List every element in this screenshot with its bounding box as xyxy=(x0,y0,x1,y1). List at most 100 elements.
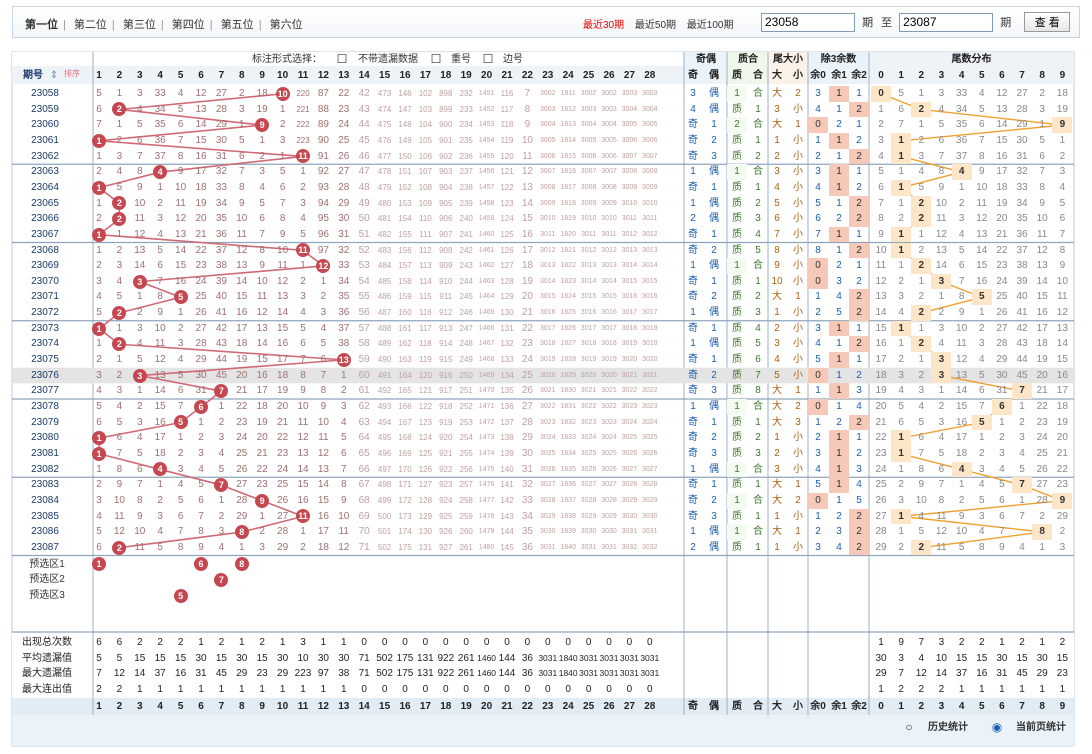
miss-cell: 1 xyxy=(341,369,347,381)
miss-cell: 3022 xyxy=(540,403,556,410)
miss-cell: 3005 xyxy=(601,136,617,144)
miss-cell: 3019 xyxy=(642,340,658,348)
miss-cell: 159 xyxy=(398,292,412,302)
miss-cell: 2 xyxy=(177,322,184,334)
ds-small-cell: 1 xyxy=(795,291,801,303)
preselect-ball[interactable]: 5 xyxy=(173,588,188,603)
repeat-checkbox[interactable]: ☐ xyxy=(430,52,442,66)
stat-cell: 23 xyxy=(256,668,268,679)
tail-miss-cell: 20 xyxy=(996,213,1008,225)
tail-miss-cell: 24 xyxy=(875,463,887,475)
miss-cell: 502 xyxy=(377,542,392,552)
tail-miss-cell: 8 xyxy=(938,494,945,506)
miss-cell: 901 xyxy=(439,135,453,145)
miss-cell: 6 xyxy=(341,447,347,459)
miss-cell: 910 xyxy=(439,276,453,286)
miss-cell: 23 xyxy=(277,447,289,459)
miss-cell: 9 xyxy=(116,479,123,491)
tail-miss-cell: 14 xyxy=(935,260,947,272)
stat-cell: 0 xyxy=(545,637,551,648)
mod3-cell: 0 xyxy=(808,117,828,133)
tail-miss-cell: 2 xyxy=(978,447,985,459)
history-stats-radio[interactable]: ○ xyxy=(902,720,916,735)
current-stats-radio[interactable]: ◉ xyxy=(990,720,1004,735)
no-miss-checkbox[interactable]: ☐ xyxy=(336,52,348,66)
miss-cell: 5 xyxy=(137,354,143,366)
oe-odd-cell: 奇 xyxy=(688,416,698,428)
tail-hit-cell: 1 xyxy=(891,242,912,259)
tail-miss-cell: 3 xyxy=(1059,541,1066,553)
miss-cell: 3006 xyxy=(580,152,597,160)
sort-icon[interactable]: ⇕ xyxy=(48,68,60,83)
tail-miss-cell: 20 xyxy=(1036,369,1048,381)
tail-header-5: 5 xyxy=(978,70,985,81)
miss-cell: 11 xyxy=(154,338,166,350)
group-md-header: 除3余数 xyxy=(820,54,857,65)
mod3-cell: 1 xyxy=(829,445,849,462)
stat-cell: 5 xyxy=(96,652,102,664)
miss-cell: 927 xyxy=(439,542,453,552)
miss-cell: 44 xyxy=(215,354,227,366)
issue-cell: 23069 xyxy=(31,260,59,272)
col-header-22: 22 xyxy=(521,70,533,81)
miss-cell: 1460 xyxy=(478,230,495,238)
col-header-14: 14 xyxy=(358,70,370,81)
issue-cell: 23059 xyxy=(31,103,59,115)
oe-even-cell: 2 xyxy=(711,494,717,506)
miss-cell: 14 xyxy=(154,385,166,397)
tail-miss-cell: 19 xyxy=(1056,416,1068,428)
miss-cell: 1471 xyxy=(478,403,495,410)
miss-cell: 3025 xyxy=(621,434,638,442)
zh-comp-cell: 合 xyxy=(753,88,763,99)
miss-cell: 27 xyxy=(195,322,207,334)
tail-miss-cell: 16 xyxy=(1056,369,1068,381)
miss-cell: 5 xyxy=(239,134,245,146)
miss-cell: 5 xyxy=(96,526,102,538)
miss-cell: 1818 xyxy=(560,199,576,207)
miss-cell: 16 xyxy=(317,510,329,522)
mod3-cell: 0 xyxy=(808,367,828,384)
miss-cell: 125 xyxy=(500,229,514,239)
sort-link[interactable]: 排序 xyxy=(60,66,84,78)
miss-cell: 9 xyxy=(259,260,265,272)
tail-miss-cell: 8 xyxy=(938,166,945,178)
bottom-col-27: 27 xyxy=(623,701,635,712)
issue-cell: 23075 xyxy=(31,354,59,366)
mod3-cell: 1 xyxy=(815,416,821,428)
miss-cell: 12 xyxy=(521,166,533,178)
stat-cell: 15 xyxy=(154,652,166,664)
miss-cell: 32 xyxy=(521,479,533,491)
tail-miss-cell: 32 xyxy=(1016,166,1028,178)
oe-even-cell: 2 xyxy=(711,134,717,146)
oe-even-cell: 1 xyxy=(711,416,717,428)
miss-cell: 1462 xyxy=(478,262,495,270)
tail-miss-cell: 1 xyxy=(1019,401,1025,412)
edge-checkbox[interactable]: ☐ xyxy=(482,52,494,66)
miss-cell: 67 xyxy=(358,479,370,491)
tail-miss-cell: 9 xyxy=(878,228,884,240)
stat-cell: 3031 xyxy=(640,668,660,678)
miss-cell: 155 xyxy=(398,229,412,239)
tail-miss-cell: 31 xyxy=(996,385,1008,397)
mod3-cell: 8 xyxy=(815,244,821,256)
mod3-cell: 2 xyxy=(815,150,821,162)
miss-cell: 3008 xyxy=(642,168,658,176)
miss-cell: 485 xyxy=(377,276,392,286)
miss-cell: 113 xyxy=(419,261,432,271)
mod3-cell: 1 xyxy=(815,291,821,303)
miss-cell: 14 xyxy=(317,479,329,491)
miss-cell: 28 xyxy=(215,103,227,115)
miss-cell: 20 xyxy=(277,401,289,412)
zh-comp-cell: 合 xyxy=(753,260,763,272)
miss-cell: 1 xyxy=(218,401,225,412)
tail-miss-cell: 21 xyxy=(875,416,887,428)
tail-miss-cell: 13 xyxy=(935,244,947,256)
tail-miss-cell: 17 xyxy=(956,432,968,444)
sub-header-8: 余2 xyxy=(851,70,867,81)
miss-cell: 43 xyxy=(215,338,227,350)
stat-cell: 1 xyxy=(239,637,245,648)
zh-prime-cell: 1 xyxy=(727,461,747,478)
stat-tail-cell: 15 xyxy=(976,652,988,664)
oe-even-cell: 1 xyxy=(711,228,717,240)
mod3-cell: 2 xyxy=(849,195,869,212)
